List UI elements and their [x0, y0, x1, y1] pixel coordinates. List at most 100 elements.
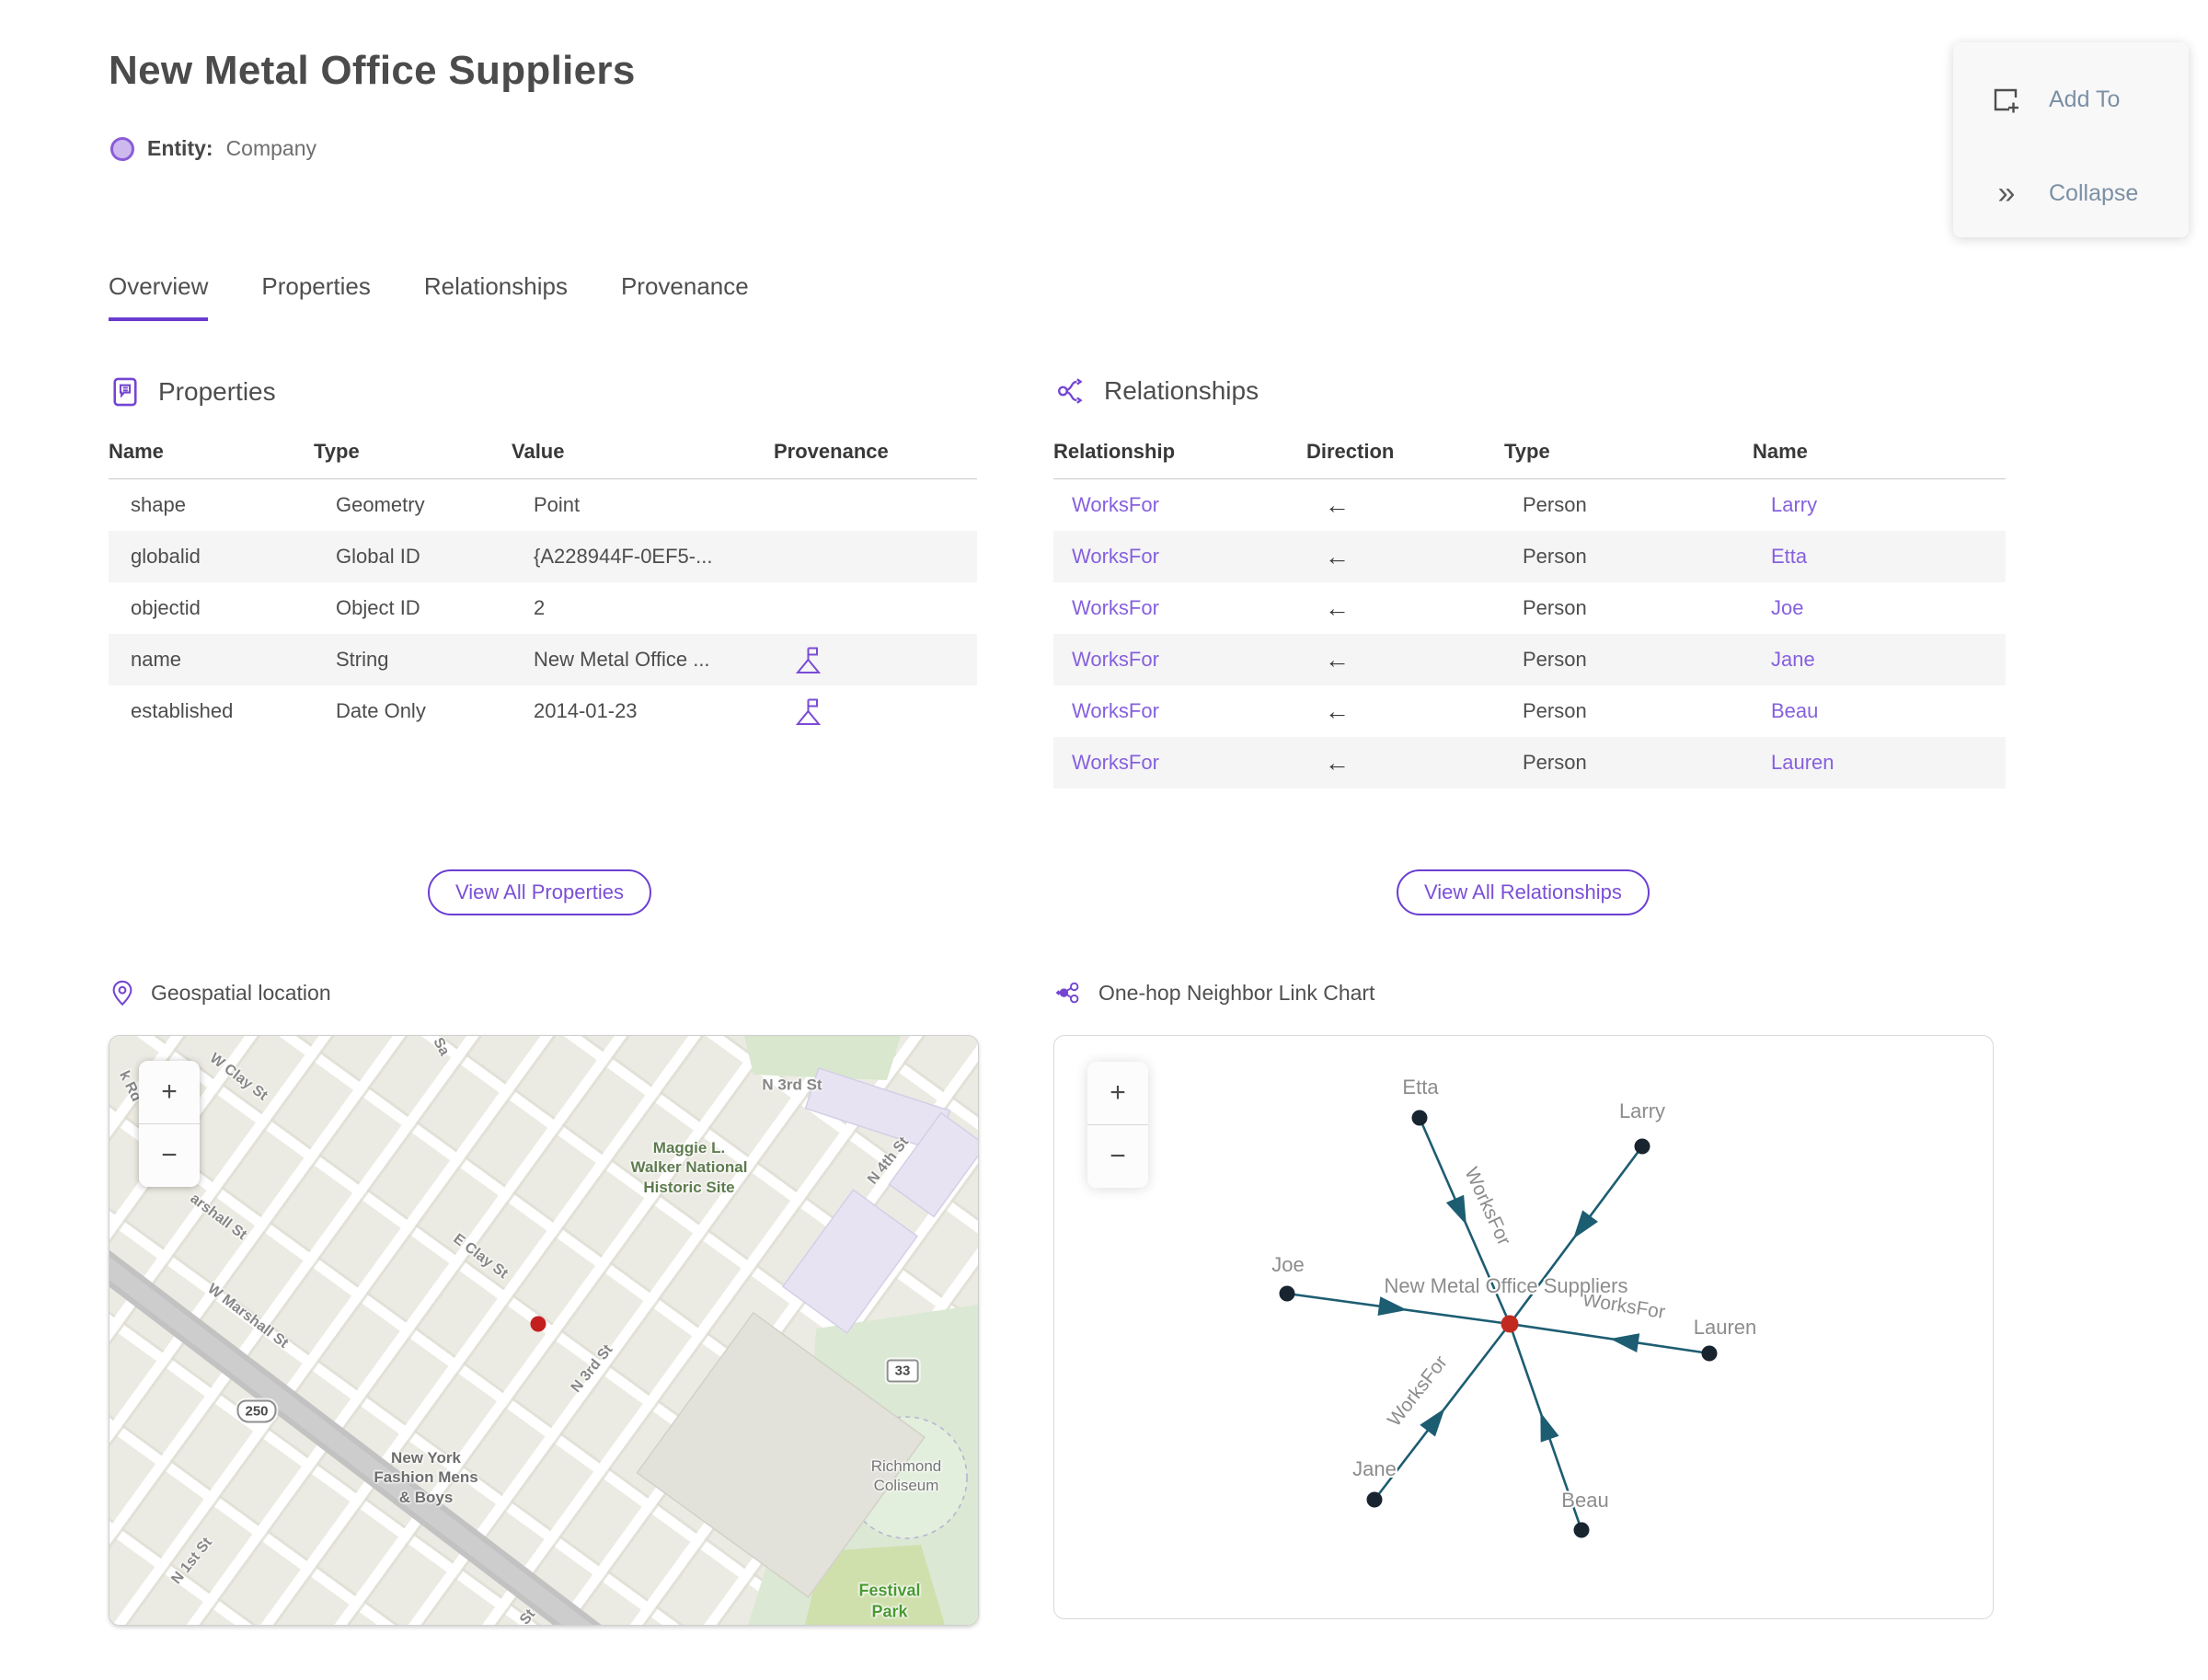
relationships-section-header: Relationships: [1056, 375, 1259, 407]
relationship-row-larry: WorksFor ← Person Larry: [1053, 479, 2006, 532]
column-header-value: Value: [512, 440, 774, 479]
related-entity-link[interactable]: Larry: [1771, 493, 1817, 516]
link-chart-section-title: One-hop Neighbor Link Chart: [1098, 980, 1375, 1005]
node-label-joe: Joe: [1271, 1253, 1304, 1276]
direction-arrow: ←: [1325, 542, 1350, 570]
node-label-beau: Beau: [1561, 1489, 1608, 1512]
map[interactable]: k Rd W Clay St Sa arshall St W Marshall St E …: [109, 1035, 979, 1626]
property-row-shape: shape Geometry Point: [109, 479, 977, 532]
properties-table-header: Name Type Value Provenance: [109, 440, 977, 479]
property-provenance: [774, 685, 977, 737]
tab-overview[interactable]: Overview: [109, 272, 209, 321]
view-all-properties-button[interactable]: View All Properties: [428, 869, 652, 915]
chart-zoom-out-button[interactable]: −: [1087, 1125, 1148, 1188]
relationship-type-link[interactable]: WorksFor: [1072, 648, 1159, 671]
column-header-type: Type: [1504, 440, 1753, 479]
related-entity-type: Person: [1523, 545, 1587, 568]
map-zoom-out-button[interactable]: −: [139, 1124, 200, 1187]
collapse-label: Collapse: [2049, 179, 2139, 206]
related-entity-link[interactable]: Etta: [1771, 545, 1807, 568]
property-row-established: established Date Only 2014-01-23: [109, 685, 977, 737]
edge-arrow: [1377, 1296, 1408, 1317]
relationship-row-beau: WorksFor ← Person Beau: [1053, 685, 2006, 737]
relationship-type-link[interactable]: WorksFor: [1072, 596, 1159, 619]
properties-table: Name Type Value Provenance shape Geometry Poi…: [109, 440, 977, 737]
tabs: Overview Properties Relationships Provenanc…: [109, 272, 749, 321]
add-to-button[interactable]: Add To: [1953, 66, 2189, 132]
link-chart-canvas: WorksForWorksForWorksForEttaLarryJoeJane…: [1270, 1074, 1758, 1538]
link-chart-icon: [1056, 979, 1084, 1007]
relationship-type-link[interactable]: WorksFor: [1072, 545, 1159, 568]
column-header-direction: Direction: [1306, 440, 1504, 479]
relationships-table-body: WorksFor ← Person Larry WorksFor ← Person Etta W…: [1053, 479, 2006, 788]
provenance-flag-icon[interactable]: [796, 697, 821, 726]
property-provenance: [774, 582, 977, 634]
node-jane[interactable]: [1366, 1491, 1383, 1508]
map-zoom-in-button[interactable]: +: [139, 1061, 200, 1123]
entity-type-icon: [110, 136, 134, 161]
related-entity-link[interactable]: Jane: [1771, 648, 1815, 671]
tab-properties[interactable]: Properties: [261, 272, 371, 321]
edge-arrow: [1445, 1194, 1466, 1225]
provenance-flag-icon[interactable]: [796, 646, 821, 674]
property-provenance: [774, 531, 977, 582]
route-shield-250: 250: [236, 1399, 277, 1423]
property-name: shape: [131, 493, 186, 516]
related-entity-link[interactable]: Beau: [1771, 699, 1818, 722]
link-chart-section-header: One-hop Neighbor Link Chart: [1056, 979, 1374, 1007]
column-header-name: Name: [1753, 440, 2006, 479]
related-entity-type: Person: [1523, 493, 1587, 516]
entity-label: Entity:: [147, 136, 213, 160]
relationship-row-lauren: WorksFor ← Person Lauren: [1053, 737, 2006, 788]
node-lauren[interactable]: [1701, 1345, 1718, 1362]
add-to-icon: [1990, 84, 2021, 115]
node-center-entity[interactable]: [1501, 1315, 1519, 1333]
relationship-type-link[interactable]: WorksFor: [1072, 751, 1159, 774]
property-provenance: [774, 479, 977, 532]
related-entity-link[interactable]: Joe: [1771, 596, 1803, 619]
properties-table-body: shape Geometry Point globalid Global ID {A228…: [109, 479, 977, 738]
relationship-row-etta: WorksFor ← Person Etta: [1053, 531, 2006, 582]
property-type: Global ID: [336, 545, 420, 568]
node-beau[interactable]: [1573, 1522, 1590, 1538]
chart-zoom-control: + −: [1087, 1062, 1148, 1188]
tab-provenance[interactable]: Provenance: [621, 272, 749, 321]
action-panel: Add To » Collapse: [1953, 42, 2189, 237]
property-name: established: [131, 699, 234, 722]
edge-arrow: [1540, 1411, 1559, 1443]
property-name: objectid: [131, 596, 201, 619]
column-header-relationship: Relationship: [1053, 440, 1306, 479]
chart-zoom-in-button[interactable]: +: [1087, 1062, 1148, 1124]
view-all-relationships-button[interactable]: View All Relationships: [1397, 869, 1650, 915]
column-header-type: Type: [314, 440, 512, 479]
entity-type-value: Company: [225, 136, 316, 160]
relationship-type-link[interactable]: WorksFor: [1072, 699, 1159, 722]
related-entity-type: Person: [1523, 648, 1587, 671]
relationship-row-jane: WorksFor ← Person Jane: [1053, 634, 2006, 685]
relationship-type-link[interactable]: WorksFor: [1072, 493, 1159, 516]
related-entity-link[interactable]: Lauren: [1771, 751, 1834, 774]
collapse-icon: »: [1997, 176, 2016, 211]
property-type: Geometry: [336, 493, 425, 516]
property-type: Date Only: [336, 699, 426, 722]
link-chart[interactable]: WorksFor WorksFor WorksFor Etta Larry Joe Jane…: [1053, 1035, 1994, 1619]
node-joe[interactable]: [1279, 1285, 1295, 1302]
properties-icon: [109, 375, 142, 408]
tab-relationships[interactable]: Relationships: [424, 272, 568, 321]
entity-location-marker[interactable]: [530, 1316, 546, 1332]
entity-overview-page: New Metal Office Suppliers Entity: Compa…: [0, 0, 2208, 1680]
geospatial-section-header: Geospatial location: [109, 979, 331, 1007]
node-label-etta: Etta: [1402, 1076, 1439, 1099]
direction-arrow: ←: [1325, 748, 1350, 777]
property-value: {A228944F-0EF5-...: [534, 545, 713, 568]
collapse-button[interactable]: » Collapse: [1953, 160, 2189, 226]
node-larry[interactable]: [1634, 1138, 1650, 1155]
property-value: 2: [534, 596, 546, 619]
relationships-icon: [1056, 375, 1087, 407]
properties-section-header: Properties: [109, 375, 276, 408]
edge-arrow: [1573, 1210, 1598, 1239]
node-etta[interactable]: [1411, 1110, 1428, 1126]
relationships-section-title: Relationships: [1104, 376, 1259, 405]
direction-arrow: ←: [1325, 593, 1350, 622]
related-entity-type: Person: [1523, 751, 1587, 774]
